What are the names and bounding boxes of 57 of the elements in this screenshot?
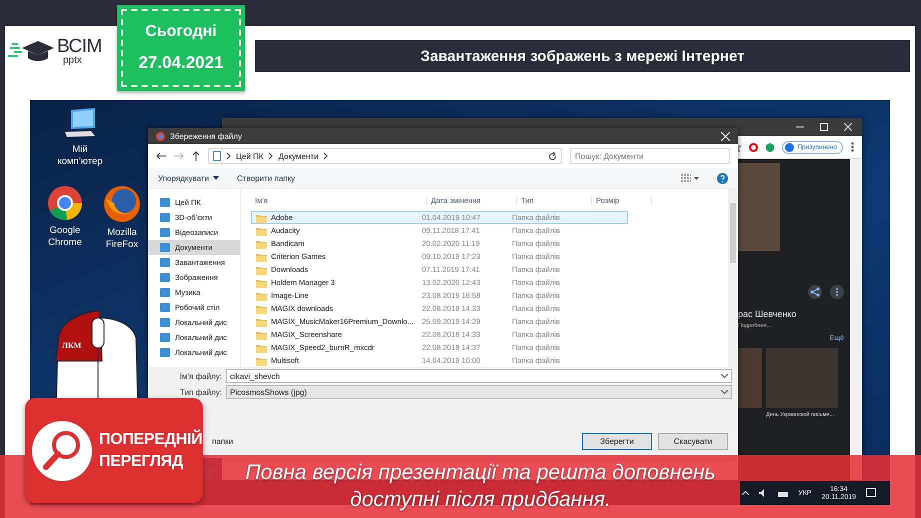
portrait-placeholder bbox=[766, 348, 838, 408]
file-name-field[interactable]: cikavi_shevch bbox=[226, 369, 732, 383]
up-arrow-icon[interactable] bbox=[192, 151, 200, 161]
firefox-icon bbox=[103, 185, 141, 223]
share-icon[interactable] bbox=[808, 285, 822, 299]
notification-icon[interactable] bbox=[866, 488, 876, 498]
chrome-icon bbox=[156, 132, 165, 140]
field-label: Тип файлу: bbox=[179, 388, 222, 396]
search-field[interactable]: Пошук: Документи bbox=[570, 148, 730, 164]
help-icon[interactable] bbox=[717, 172, 728, 184]
address-bar[interactable]: Цей ПК Документи bbox=[208, 148, 562, 164]
preview-badge-text: ПЕРЕГЛЯД bbox=[99, 452, 184, 472]
hide-folders-link[interactable]: папки bbox=[212, 437, 234, 446]
computer-icon bbox=[63, 108, 97, 140]
logo-subtext: pptx bbox=[63, 56, 83, 66]
magnifier-icon bbox=[31, 420, 93, 482]
desktop-icon-label[interactable]: Mozilla FireFox bbox=[106, 227, 138, 251]
opera-icon[interactable] bbox=[749, 142, 758, 152]
more-icon[interactable] bbox=[851, 142, 854, 152]
breadcrumb[interactable]: Цей ПК bbox=[236, 152, 264, 160]
more-icon[interactable] bbox=[830, 285, 844, 299]
back-arrow-icon[interactable] bbox=[156, 152, 166, 160]
close-icon[interactable] bbox=[844, 123, 852, 131]
chevron-down-icon bbox=[721, 374, 728, 378]
chevron-icon bbox=[268, 152, 274, 160]
badge-date: 27.04.2021 bbox=[138, 53, 224, 73]
chevron-icon bbox=[226, 152, 231, 160]
desktop-icon-label[interactable]: Мій комп’ютер bbox=[57, 144, 103, 168]
save-button[interactable]: Зберегти bbox=[582, 433, 652, 450]
photo-placeholder bbox=[738, 348, 762, 408]
refresh-icon[interactable] bbox=[548, 152, 557, 160]
chevron-icon bbox=[323, 152, 328, 160]
slide-title: Завантаження зображень з мережі Інтернет bbox=[255, 40, 910, 72]
preview-badge-text: ПОПЕРЕДНІЙ bbox=[99, 428, 202, 450]
caret-icon bbox=[213, 176, 220, 180]
chevron-down-icon bbox=[721, 390, 728, 394]
toolbar-button[interactable]: Створити папку bbox=[237, 174, 296, 182]
preview-message: Повна версія презентації та решта доповнень доступні після придбання. bbox=[245, 460, 716, 512]
dialog-title: Збереження файлу bbox=[170, 132, 242, 140]
maximize-icon[interactable] bbox=[820, 123, 828, 131]
desktop-icon-label[interactable]: Google Chrome bbox=[48, 225, 82, 249]
mouse-button-label: ЛКМ bbox=[62, 341, 82, 350]
shield-icon[interactable] bbox=[766, 142, 774, 152]
logo-text: ВСІМ bbox=[57, 36, 102, 56]
view-options-icon[interactable] bbox=[681, 174, 699, 182]
document-icon bbox=[213, 151, 221, 161]
field-label: Ім'я файлу: bbox=[178, 372, 222, 380]
result-heading: рас Шевченко bbox=[738, 309, 798, 319]
breadcrumb[interactable]: Документи bbox=[278, 152, 318, 160]
badge-label: Сьогодні bbox=[145, 23, 217, 41]
toolbar-button[interactable]: Упорядкувати bbox=[158, 174, 220, 182]
chevron-up-icon[interactable] bbox=[742, 491, 750, 495]
avatar-icon bbox=[785, 142, 794, 152]
cancel-button[interactable]: Скасувати bbox=[658, 433, 728, 450]
network-icon[interactable] bbox=[778, 490, 788, 496]
file-type-dropdown[interactable]: PicosmosShows (jpg) bbox=[226, 385, 732, 399]
chrome-icon bbox=[47, 185, 83, 221]
